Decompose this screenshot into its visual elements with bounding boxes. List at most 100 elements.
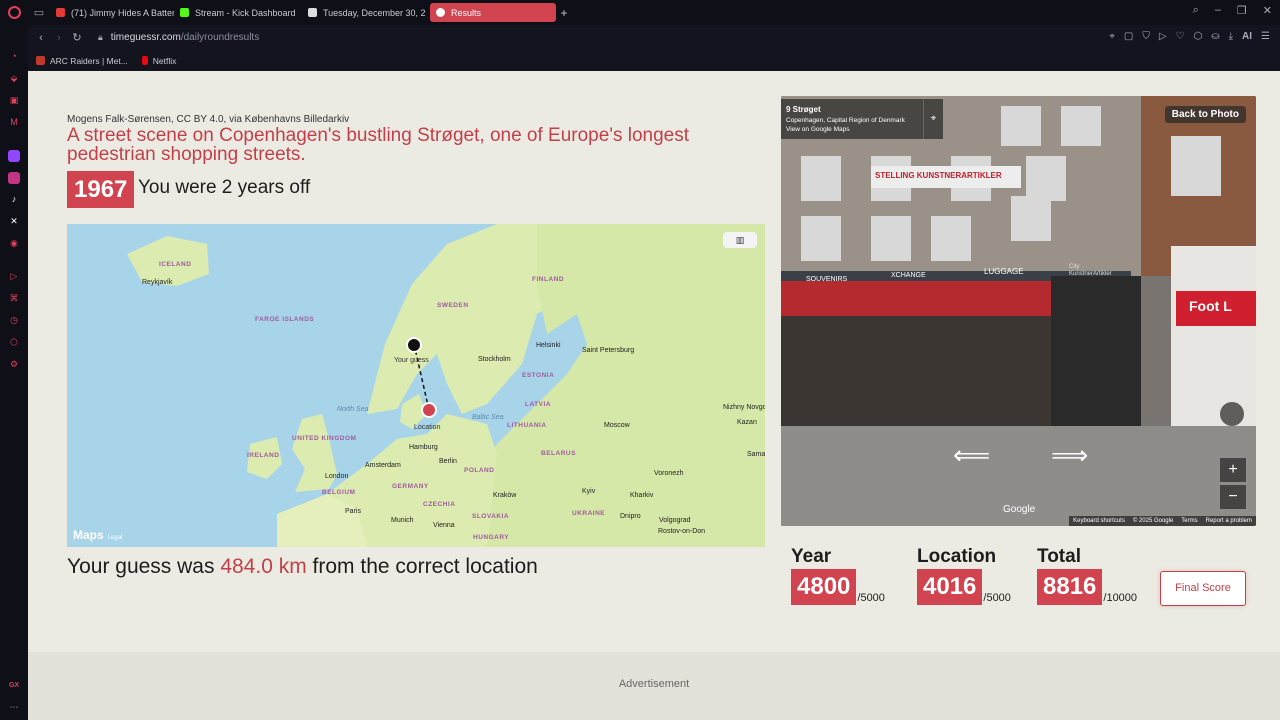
ai-button[interactable]: AI	[1242, 31, 1252, 42]
location-score: Location 4016 /5000	[917, 546, 1011, 605]
timeguessr-icon	[436, 8, 445, 17]
menu-icon[interactable]: ☰	[1261, 31, 1270, 42]
correct-year-badge: 1967	[67, 171, 135, 208]
gx-corner-icon[interactable]: ▣	[0, 95, 28, 106]
url-field[interactable]: 🔒︎ timeguessr.com/dailyroundresults	[98, 32, 259, 43]
tab-label: Results	[451, 7, 482, 18]
map-label-city: Nizhny Novgorod	[723, 404, 765, 411]
map-label-country: GERMANY	[392, 483, 429, 490]
new-tab-button[interactable]: +	[556, 6, 572, 20]
music-icon[interactable]: ◉	[0, 238, 28, 249]
map-label-city: Hamburg	[409, 444, 438, 451]
gx-badge[interactable]: GX	[0, 682, 28, 689]
map-label-sea: Baltic Sea	[472, 414, 504, 421]
wallet-icon[interactable]: ⛀	[1211, 31, 1219, 42]
google-logo: Google	[1003, 504, 1036, 515]
back-to-photo-button[interactable]: Back to Photo	[1164, 106, 1246, 123]
pinboard-icon[interactable]: ⌘	[0, 293, 28, 304]
guess-marker-label: Your guess	[394, 357, 429, 364]
extensions-sidebar-icon[interactable]: ⬡	[0, 337, 28, 348]
arrow-left-icon[interactable]: ⟸	[953, 440, 990, 471]
restore-icon[interactable]: ❐	[1237, 4, 1247, 17]
tab-label: (71) Jimmy Hides A Battery	[71, 7, 174, 18]
back-icon[interactable]: ‹	[32, 32, 50, 44]
map-label-country: POLAND	[464, 467, 495, 474]
sign-xchange: XCHANGE	[891, 272, 926, 279]
map-type-button[interactable]: ▥	[723, 232, 757, 248]
street-view-title: 9 Strøget	[786, 105, 821, 114]
distance-prefix: Your guess was	[67, 555, 221, 578]
player-icon[interactable]: ▷	[0, 271, 28, 282]
tiktok-icon[interactable]: ♪	[0, 194, 28, 204]
street-view-image	[781, 96, 1256, 526]
mail-icon[interactable]: M	[0, 117, 28, 127]
twitch-icon[interactable]	[8, 150, 20, 162]
year-score-max: /5000	[857, 592, 885, 604]
distance-message: Your guess was 484.0 km from the correct…	[67, 555, 538, 579]
gx-control-icon[interactable]: ⬙	[0, 73, 28, 84]
shield-icon[interactable]: ⛉	[1142, 31, 1150, 42]
map-label-city: Kyiv	[582, 488, 596, 495]
terms-link[interactable]: Terms	[1181, 516, 1197, 526]
year-score-label: Year	[791, 546, 832, 567]
x-twitter-icon[interactable]: ✕	[0, 216, 28, 227]
map-label-city: Kazan	[737, 419, 757, 426]
zoom-in-button[interactable]: +	[1220, 458, 1246, 482]
tab-overview-icon[interactable]: ▭	[28, 0, 50, 25]
map-canvas	[127, 224, 765, 547]
location-pin-icon[interactable]: ⌖	[923, 99, 943, 139]
reload-icon[interactable]: ↻	[68, 31, 86, 44]
close-icon[interactable]: ✕	[1263, 4, 1272, 17]
bookmark-arc-raiders[interactable]: ARC Raiders | Met...	[36, 56, 128, 66]
forward-icon[interactable]: ›	[50, 32, 68, 44]
zoom-out-button[interactable]: −	[1220, 485, 1246, 509]
guess-marker[interactable]	[406, 337, 422, 353]
arrow-right-icon[interactable]: ⟹	[1051, 440, 1088, 471]
legal-link[interactable]: Legal	[108, 535, 123, 541]
history-icon[interactable]: ◷	[0, 315, 28, 326]
tab-calendar[interactable]: Tuesday, December 30, 2	[302, 3, 430, 22]
street-view-panel[interactable]: STELLING KUNSTNERARTIKLER SOUVENIRS XCHA…	[781, 96, 1256, 526]
total-score-value: 8816	[1037, 569, 1103, 605]
tab-label: Tuesday, December 30, 2	[323, 7, 426, 18]
sign-stelling: STELLING KUNSTNERARTIKLER	[875, 171, 1002, 180]
minimize-icon[interactable]: –	[1215, 4, 1221, 17]
window-controls: ⌕ – ❐ ✕	[1193, 4, 1272, 17]
land-uk	[292, 414, 337, 492]
years-off-message: You were 2 years off	[138, 177, 311, 198]
final-score-button[interactable]: Final Score	[1160, 571, 1246, 606]
map-label-country: SWEDEN	[437, 302, 469, 309]
total-score: Total 8816 /10000	[1037, 546, 1137, 605]
tab-bar: ▭ (71) Jimmy Hides A Battery Stream - Ki…	[0, 0, 1280, 25]
map-label-country: LATVIA	[525, 401, 551, 408]
speed-dial-icon[interactable]: ◔	[0, 51, 28, 61]
report-problem-link[interactable]: Report a problem	[1206, 516, 1252, 526]
result-map[interactable]: ICELAND Reykjavík FAROE ISLANDS SWEDEN FINLA…	[67, 224, 765, 547]
address-actions: ⌖ ▢ ⛉ ▷ ♡ ⬡ ⛀ ⤓ AI ☰	[1109, 31, 1270, 42]
photo-credit: Mogens Falk-Sørensen, CC BY 4.0, via Køb…	[67, 114, 350, 125]
compass-icon[interactable]	[1220, 402, 1244, 426]
keyboard-shortcuts-link[interactable]: Keyboard shortcuts	[1073, 516, 1125, 526]
extensions-icon[interactable]: ⬡	[1193, 31, 1202, 42]
apple-maps-logo: Maps Legal	[73, 528, 122, 542]
location-marker[interactable]	[421, 402, 437, 418]
instagram-icon[interactable]	[8, 172, 20, 184]
heart-icon[interactable]: ♡	[1176, 31, 1185, 42]
search-icon[interactable]: ⌕	[1193, 4, 1199, 17]
bookmark-netflix[interactable]: Netflix	[141, 56, 176, 66]
more-icon[interactable]: ⋯	[0, 702, 28, 713]
sign-city: City KunstnerArtikler	[1069, 264, 1112, 277]
settings-icon[interactable]: ⚙	[0, 359, 28, 370]
lock-icon: 🔒︎	[98, 32, 103, 42]
play-icon[interactable]: ▷	[1159, 31, 1167, 42]
opera-logo-icon[interactable]	[0, 0, 28, 25]
tab-youtube[interactable]: (71) Jimmy Hides A Battery	[50, 3, 174, 22]
url-host: timeguessr.com	[110, 32, 181, 43]
snapshot-icon[interactable]: ▢	[1124, 31, 1133, 42]
distance-value: 484.0 km	[220, 555, 307, 578]
tab-kick[interactable]: Stream - Kick Dashboard	[174, 3, 302, 22]
download-icon[interactable]: ⤓	[1229, 31, 1233, 42]
tab-results[interactable]: Results	[430, 3, 556, 22]
pin-icon[interactable]: ⌖	[1109, 31, 1115, 42]
view-on-google-maps-link[interactable]: View on Google Maps	[786, 126, 938, 133]
